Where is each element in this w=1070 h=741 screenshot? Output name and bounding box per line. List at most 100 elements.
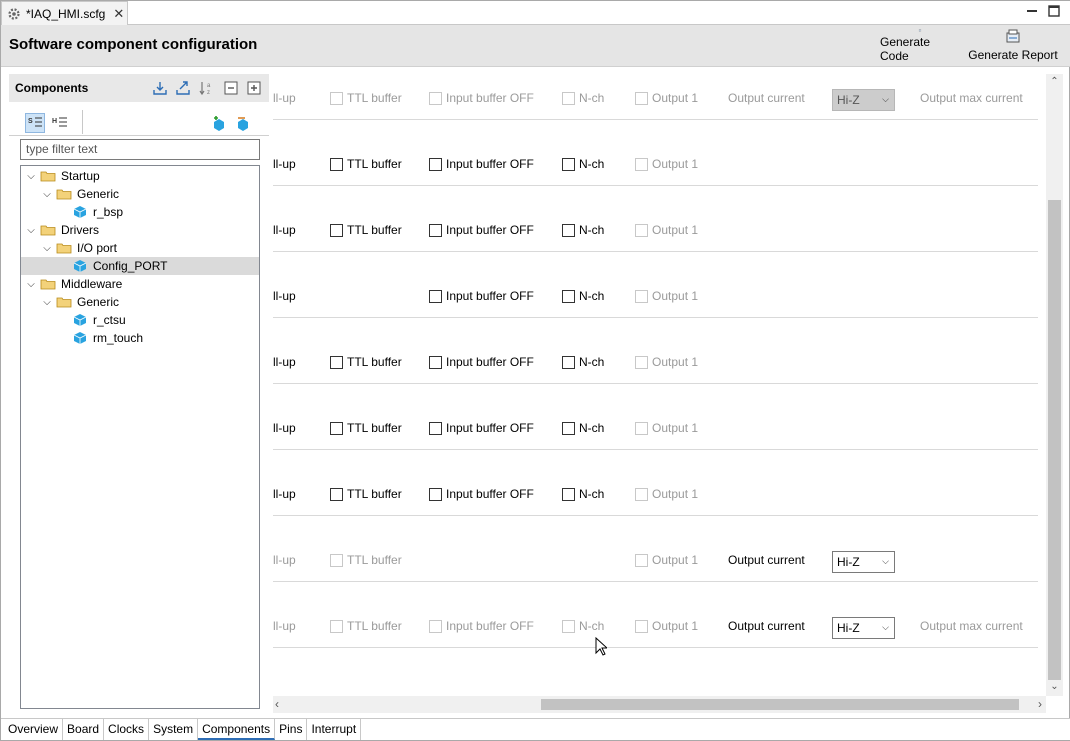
collapse-all-icon[interactable]	[223, 80, 239, 96]
scroll-up-icon[interactable]: ⌃	[1046, 76, 1063, 90]
horizontal-scroll-thumb[interactable]	[541, 699, 1019, 710]
tab-system[interactable]: System	[149, 719, 199, 740]
tab-board[interactable]: Board	[63, 719, 105, 740]
filter-input[interactable]: type filter text	[20, 139, 260, 160]
output-current-select[interactable]: Hi-Z ⌵	[832, 617, 895, 639]
minimize-icon[interactable]	[1025, 5, 1039, 17]
tree-node-label: Middleware	[61, 277, 123, 291]
scroll-right-icon[interactable]: ›	[1038, 697, 1042, 711]
output-1-checkbox[interactable]: Output 1	[635, 421, 698, 435]
generate-code-button[interactable]: Generate Code	[880, 29, 960, 63]
n-ch-checkbox[interactable]: N-ch	[562, 289, 604, 303]
input-buffer-off-checkbox[interactable]: Input buffer OFF	[429, 487, 534, 501]
tree-node-startup[interactable]: ⌵ Startup	[25, 167, 100, 185]
port-row: ll-up Input buffer OFF N-ch Output 1	[273, 276, 1038, 318]
output-1-checkbox[interactable]: Output 1	[635, 157, 698, 171]
chevron-down-icon[interactable]: ⌵	[25, 279, 37, 290]
hardware-view-icon[interactable]: H	[51, 114, 69, 132]
import-icon[interactable]	[152, 80, 168, 96]
remove-component-icon[interactable]	[235, 116, 251, 132]
tab-components[interactable]: Components	[198, 719, 276, 740]
add-component-icon[interactable]	[211, 116, 227, 132]
output-1-checkbox[interactable]: Output 1	[635, 91, 698, 105]
output-1-checkbox[interactable]: Output 1	[635, 553, 698, 567]
folder-open-icon	[40, 279, 56, 290]
port-row: ll-up TTL buffer Input buffer OFF N-ch O…	[273, 78, 1038, 120]
tree-node-generic[interactable]: ⌵ Generic	[41, 185, 119, 203]
tree-node-r-bsp[interactable]: r_bsp	[73, 203, 123, 221]
tree-node-config-port[interactable]: Config_PORT	[21, 257, 259, 275]
ttl-buffer-checkbox[interactable]: TTL buffer	[330, 355, 402, 369]
tree-node-middleware[interactable]: ⌵ Middleware	[25, 275, 122, 293]
expand-all-icon[interactable]	[246, 80, 262, 96]
close-icon[interactable]: ✕	[113, 6, 124, 22]
tree-node-rm-touch[interactable]: rm_touch	[73, 329, 143, 347]
input-buffer-off-checkbox[interactable]: Input buffer OFF	[429, 421, 534, 435]
chevron-down-icon[interactable]: ⌵	[41, 189, 53, 200]
tree-node-label: Drivers	[61, 223, 99, 237]
editor-tab[interactable]: *IAQ_HMI.scfg ✕	[1, 1, 128, 25]
chevron-down-icon[interactable]: ⌵	[41, 297, 53, 308]
pullup-label: ll-up	[273, 487, 296, 501]
ttl-buffer-checkbox[interactable]: TTL buffer	[330, 157, 402, 171]
tree-node-drivers[interactable]: ⌵ Drivers	[25, 221, 99, 239]
output-1-checkbox[interactable]: Output 1	[635, 223, 698, 237]
output-current-select[interactable]: Hi-Z ⌵	[832, 551, 895, 573]
n-ch-checkbox[interactable]: N-ch	[562, 157, 604, 171]
vertical-scrollbar[interactable]: ⌃ ⌄	[1046, 74, 1063, 696]
editor-tab-strip: *IAQ_HMI.scfg ✕	[1, 1, 1070, 25]
input-buffer-off-checkbox[interactable]: Input buffer OFF	[429, 157, 534, 171]
category-view-icon: S	[28, 117, 42, 127]
chevron-down-icon[interactable]: ⌵	[25, 225, 37, 236]
output-current-select[interactable]: Hi-Z ⌵	[832, 89, 895, 111]
pullup-label: ll-up	[273, 289, 296, 303]
tab-interrupt[interactable]: Interrupt	[307, 719, 362, 740]
ttl-buffer-checkbox[interactable]: TTL buffer	[330, 91, 402, 105]
mouse-cursor-icon	[595, 637, 607, 656]
generate-report-button[interactable]: Generate Report	[968, 29, 1058, 63]
generate-code-label: Generate Code	[880, 35, 931, 63]
output-max-current-label: Output max current	[920, 619, 1023, 633]
output-1-checkbox[interactable]: Output 1	[635, 355, 698, 369]
output-1-checkbox[interactable]: Output 1	[635, 619, 698, 633]
ttl-buffer-checkbox[interactable]: TTL buffer	[330, 223, 402, 237]
output-1-checkbox[interactable]: Output 1	[635, 289, 698, 303]
tab-pins[interactable]: Pins	[275, 719, 308, 740]
input-buffer-off-checkbox[interactable]: Input buffer OFF	[429, 223, 534, 237]
tree-node-r-ctsu[interactable]: r_ctsu	[73, 311, 126, 329]
input-buffer-off-checkbox[interactable]: Input buffer OFF	[429, 91, 534, 105]
vertical-scroll-thumb[interactable]	[1048, 200, 1061, 680]
input-buffer-off-checkbox[interactable]: Input buffer OFF	[429, 619, 534, 633]
tab-overview[interactable]: Overview	[4, 719, 64, 740]
scroll-down-icon[interactable]: ⌄	[1046, 681, 1063, 695]
tab-clocks[interactable]: Clocks	[104, 719, 150, 740]
components-panel-header: Components az	[9, 74, 269, 102]
scroll-left-icon[interactable]: ‹	[275, 697, 279, 711]
chevron-down-icon: ⌵	[882, 622, 889, 632]
n-ch-checkbox[interactable]: N-ch	[562, 355, 604, 369]
maximize-icon[interactable]	[1047, 5, 1061, 17]
ttl-buffer-checkbox[interactable]: TTL buffer	[330, 487, 402, 501]
ttl-buffer-checkbox[interactable]: TTL buffer	[330, 553, 402, 567]
n-ch-checkbox[interactable]: N-ch	[562, 487, 604, 501]
ttl-buffer-checkbox[interactable]: TTL buffer	[330, 421, 402, 435]
output-1-checkbox[interactable]: Output 1	[635, 487, 698, 501]
ttl-buffer-checkbox[interactable]: TTL buffer	[330, 619, 402, 633]
horizontal-scrollbar[interactable]: ‹ ›	[273, 696, 1046, 713]
tree-node-io-port[interactable]: ⌵ I/O port	[41, 239, 117, 257]
n-ch-checkbox[interactable]: N-ch	[562, 619, 604, 633]
chevron-down-icon[interactable]: ⌵	[41, 243, 53, 254]
app-window: *IAQ_HMI.scfg ✕ Software component confi…	[0, 0, 1070, 741]
n-ch-checkbox[interactable]: N-ch	[562, 91, 604, 105]
chevron-down-icon[interactable]: ⌵	[25, 171, 37, 182]
tree-node-label: r_bsp	[93, 205, 124, 219]
input-buffer-off-checkbox[interactable]: Input buffer OFF	[429, 355, 534, 369]
n-ch-checkbox[interactable]: N-ch	[562, 223, 604, 237]
sort-alpha-icon[interactable]: az	[199, 80, 215, 96]
folder-open-icon	[56, 243, 72, 254]
tree-node-generic-2[interactable]: ⌵ Generic	[41, 293, 119, 311]
category-view-toggle[interactable]: S	[25, 113, 45, 133]
export-icon[interactable]	[175, 80, 191, 96]
n-ch-checkbox[interactable]: N-ch	[562, 421, 604, 435]
input-buffer-off-checkbox[interactable]: Input buffer OFF	[429, 289, 534, 303]
